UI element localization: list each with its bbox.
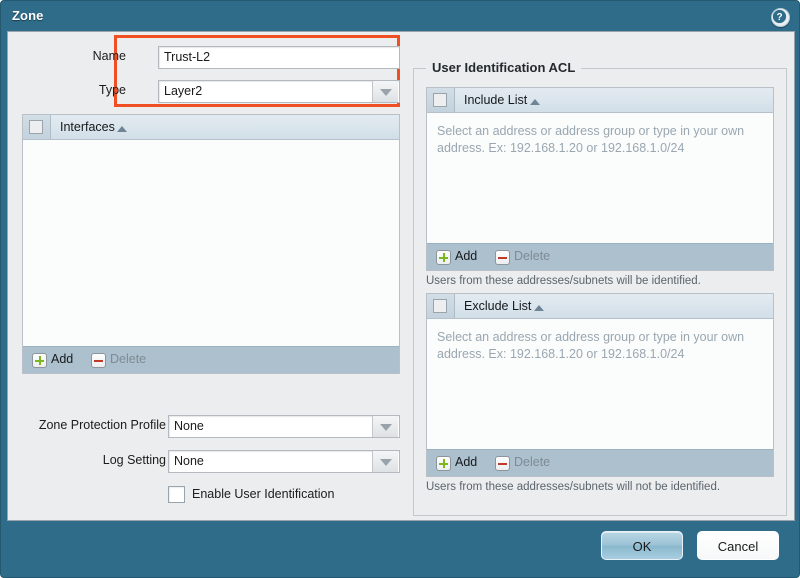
ok-button[interactable]: OK: [601, 531, 683, 560]
chevron-down-glyph: [380, 459, 392, 466]
minus-icon-h: [94, 359, 103, 362]
include-list-header: Include List: [427, 88, 773, 113]
minus-icon-h: [498, 256, 507, 259]
exclude-list-column-header[interactable]: Exclude List: [464, 299, 531, 313]
sort-ascending-icon[interactable]: [534, 305, 544, 311]
plus-icon: [436, 250, 451, 265]
include-list-delete-label: Delete: [514, 249, 551, 263]
dialog-footer: OK Cancel: [1, 519, 799, 577]
name-label: Name: [92, 49, 126, 63]
minus-icon: [495, 250, 510, 265]
zone-dialog: Zone ? Name Trust-L2 Type Layer2 Interfa…: [0, 0, 800, 578]
exclude-list-select-all-cell[interactable]: [427, 294, 455, 318]
exclude-list-helper-text: Users from these addresses/subnets will …: [426, 481, 721, 493]
include-list-placeholder: Select an address or address group or ty…: [437, 124, 745, 155]
user-identification-acl-group: User Identification ACL Include List Sel…: [413, 60, 787, 516]
zone-protection-select[interactable]: None: [168, 415, 400, 438]
type-select-chevron-down-icon[interactable]: [372, 81, 398, 102]
include-list-select-all-checkbox[interactable]: [433, 93, 447, 107]
interfaces-add-label: Add: [51, 352, 74, 366]
plus-icon: [32, 353, 47, 368]
interfaces-table-footer: Add Delete: [23, 346, 399, 373]
interfaces-select-all-cell[interactable]: [23, 115, 51, 139]
interfaces-column-header[interactable]: Interfaces: [60, 120, 115, 134]
exclude-list-add-label: Add: [455, 455, 478, 469]
enable-user-identification-label: Enable User Identification: [192, 487, 335, 501]
interfaces-table: Interfaces Add Delete: [22, 114, 400, 374]
zone-protection-label: Zone Protection Profile: [38, 418, 166, 432]
minus-icon: [91, 353, 106, 368]
include-list-select-all-cell[interactable]: [427, 88, 455, 112]
cancel-button[interactable]: Cancel: [697, 531, 779, 560]
include-list-add-label: Add: [455, 249, 478, 263]
chevron-down-glyph: [380, 89, 392, 96]
minus-icon: [495, 456, 510, 471]
log-setting-label: Log Setting: [102, 453, 166, 467]
dialog-title: Zone: [12, 8, 44, 23]
plus-icon-v: [442, 459, 445, 468]
enable-user-identification-checkbox[interactable]: [168, 486, 185, 503]
user-identification-acl-legend: User Identification ACL: [426, 60, 582, 75]
include-list-footer: Add Delete: [427, 243, 773, 270]
interfaces-delete-label: Delete: [110, 352, 147, 366]
zone-protection-field-row: Zone Protection Profile None: [8, 415, 400, 439]
chevron-down-glyph: [380, 424, 392, 431]
log-setting-field-row: Log Setting None: [8, 450, 400, 474]
exclude-list-footer: Add Delete: [427, 449, 773, 476]
include-list-table: Include List Select an address or addres…: [426, 87, 774, 271]
include-list-helper-text: Users from these addresses/subnets will …: [426, 275, 701, 287]
log-setting-chevron-down-icon[interactable]: [372, 451, 398, 472]
plus-icon-v: [38, 356, 41, 365]
type-field-row: Type Layer2: [8, 80, 400, 104]
type-select[interactable]: Layer2: [158, 80, 400, 103]
type-label: Type: [98, 83, 126, 97]
interfaces-select-all-checkbox[interactable]: [29, 120, 43, 134]
exclude-list-placeholder: Select an address or address group or ty…: [437, 330, 745, 361]
name-field-row: Name Trust-L2: [8, 46, 400, 70]
left-column: Name Trust-L2 Type Layer2 Interfaces Add…: [8, 32, 412, 520]
dialog-content: Name Trust-L2 Type Layer2 Interfaces Add…: [7, 31, 795, 521]
plus-icon-v: [442, 253, 445, 262]
sort-ascending-icon[interactable]: [530, 99, 540, 105]
dialog-titlebar: Zone ?: [1, 1, 799, 31]
minus-icon-h: [498, 462, 507, 465]
log-setting-select[interactable]: None: [168, 450, 400, 473]
zone-protection-chevron-down-icon[interactable]: [372, 416, 398, 437]
help-icon[interactable]: ?: [771, 8, 790, 27]
name-input[interactable]: Trust-L2: [158, 46, 400, 69]
include-list-column-header[interactable]: Include List: [464, 93, 527, 107]
interfaces-table-header: Interfaces: [23, 115, 399, 140]
exclude-list-table: Exclude List Select an address or addres…: [426, 293, 774, 477]
plus-icon: [436, 456, 451, 471]
exclude-list-header: Exclude List: [427, 294, 773, 319]
svg-text:?: ?: [776, 12, 782, 23]
exclude-list-select-all-checkbox[interactable]: [433, 299, 447, 313]
sort-ascending-icon[interactable]: [117, 126, 127, 132]
exclude-list-delete-label: Delete: [514, 455, 551, 469]
